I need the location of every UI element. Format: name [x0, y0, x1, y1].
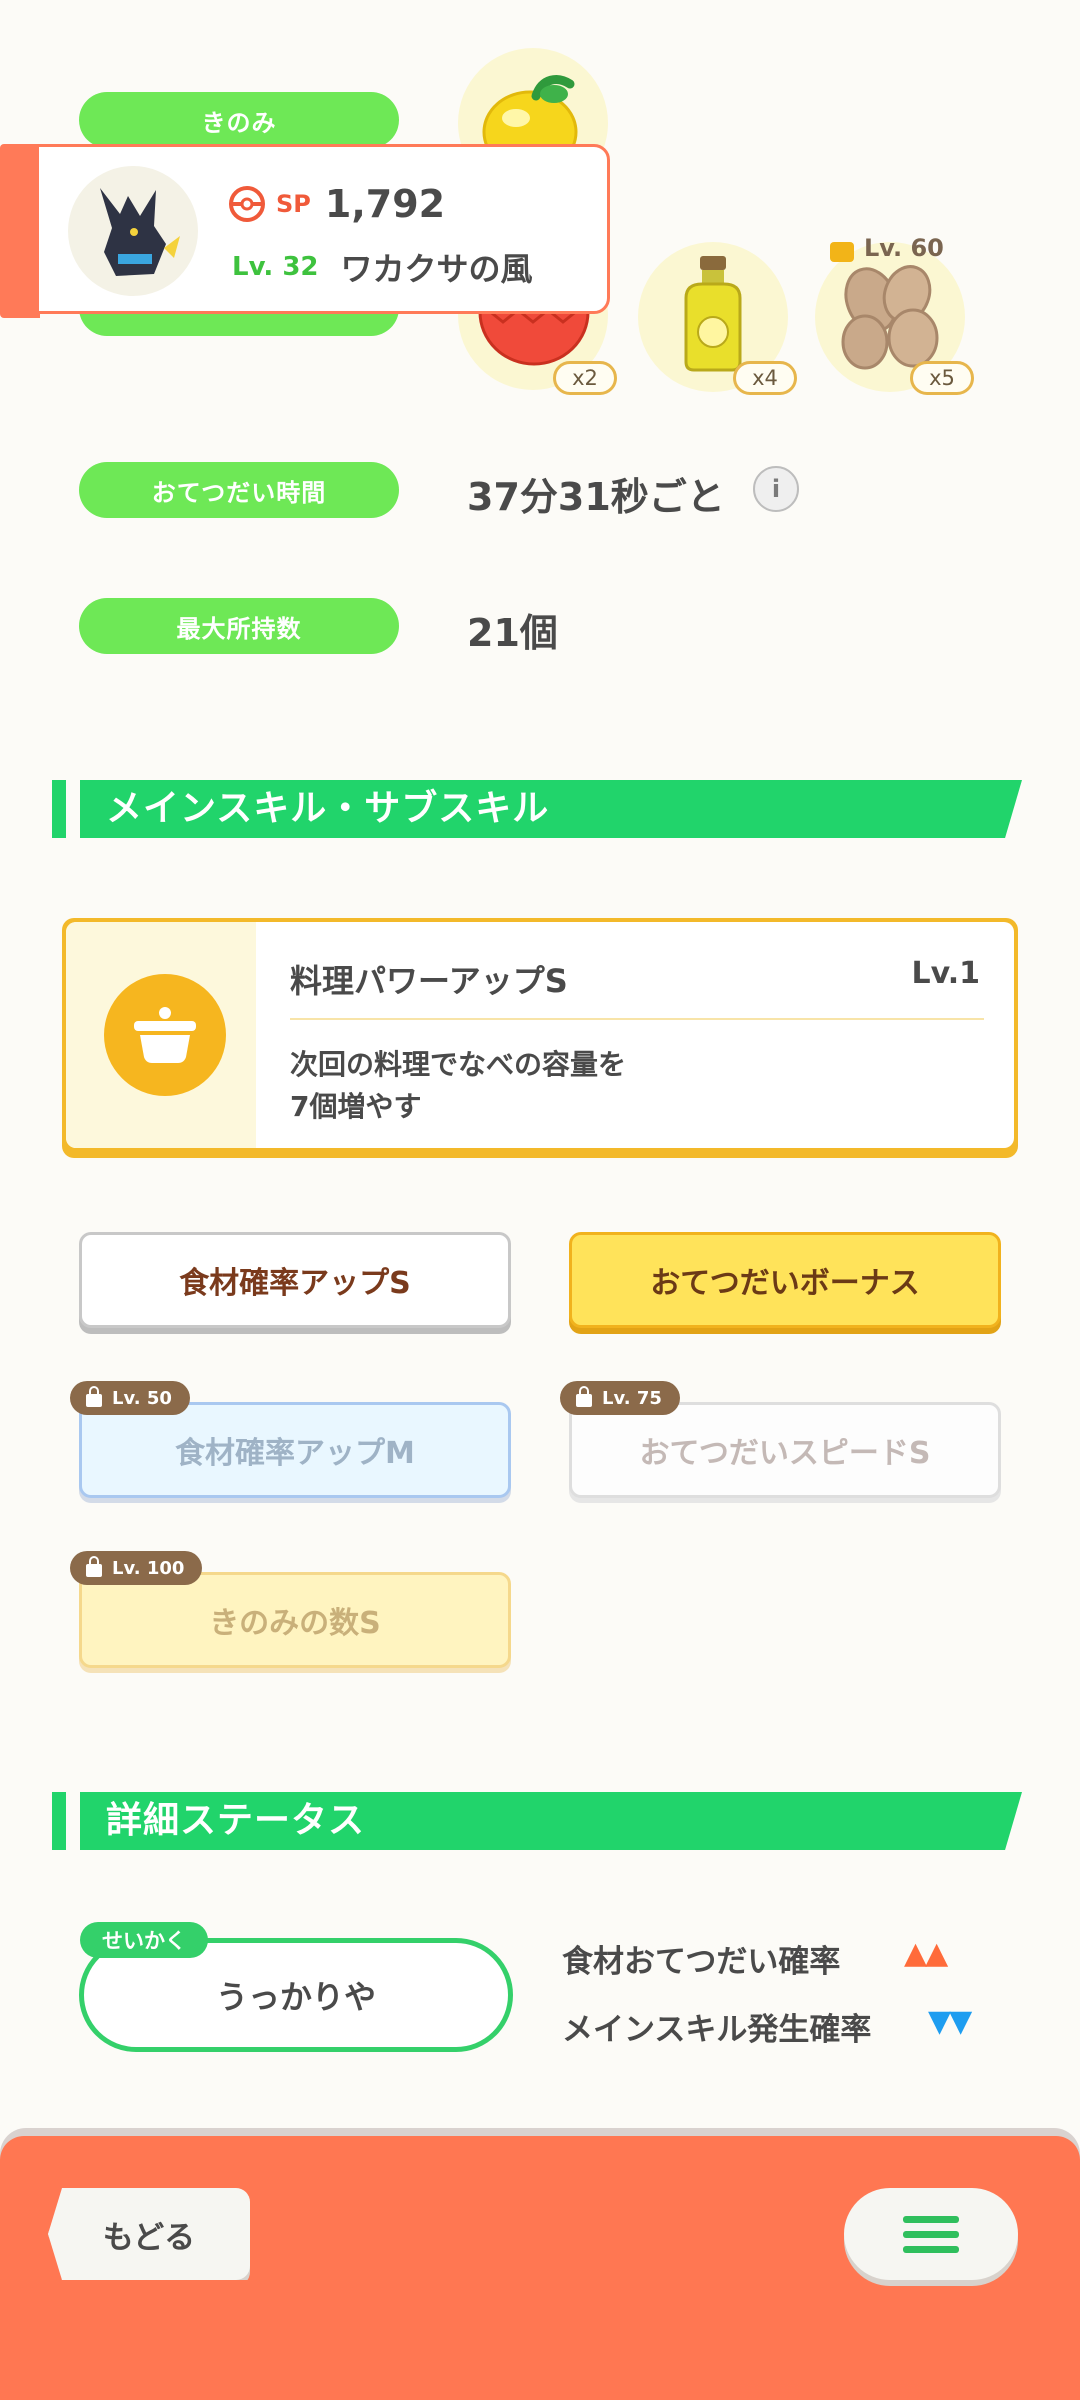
stat-down-label: メインスキル発生確率 — [562, 2012, 872, 2048]
lock-icon — [86, 1385, 102, 1407]
down-arrows-icon: ▼▼ — [928, 2004, 972, 2039]
main-skill-level: Lv.1 — [911, 956, 981, 991]
nature-tag: せいかく — [80, 1922, 208, 1958]
main-skill-name: 料理パワーアップS — [290, 962, 568, 1000]
main-skill-card[interactable]: 料理パワーアップS Lv.1 次回の料理でなべの容量を 7個増やす — [62, 918, 1018, 1158]
help-time-value: 37分31秒ごと — [467, 475, 725, 519]
bottom-bar: もどる — [0, 2136, 1080, 2400]
level-name-row: Lv. 32 ワカクサの風 — [232, 250, 533, 288]
pokemon-card[interactable]: SP 1,792 Lv. 32 ワカクサの風 — [0, 144, 612, 318]
sub-skill-button-1[interactable]: 食材確率アップS — [79, 1232, 511, 1328]
label-help-time: おてつだい時間 — [79, 462, 399, 518]
hamburger-menu-icon — [903, 2216, 959, 2253]
section-header-details: 詳細ステータス — [52, 1792, 1022, 1850]
sp-row: SP 1,792 — [228, 182, 445, 226]
up-arrows-icon: ▲▲ — [904, 1936, 948, 1971]
pokeball-icon — [229, 186, 265, 222]
main-skill-description: 次回の料理でなべの容量を 7個増やす — [290, 1048, 627, 1123]
lock-icon — [830, 242, 854, 262]
lock-icon — [576, 1385, 592, 1407]
section-header-skills: メインスキル・サブスキル — [52, 780, 1022, 838]
ingredient-count-2: x4 — [733, 361, 797, 395]
lock-badge-lv50: Lv. 50 — [70, 1381, 190, 1415]
menu-button[interactable] — [844, 2188, 1018, 2280]
lock-badge-lv100: Lv. 100 — [70, 1551, 203, 1585]
ingredient-count-3: x5 — [910, 361, 974, 395]
luxray-icon — [100, 188, 180, 276]
max-carry-value: 21個 — [467, 611, 558, 655]
sub-skill-button-2[interactable]: おてつだいボーナス — [569, 1232, 1001, 1328]
ingredient-count-1: x2 — [553, 361, 617, 395]
info-icon[interactable]: i — [753, 466, 799, 512]
lock-icon — [86, 1555, 102, 1577]
cooking-pot-icon — [104, 974, 226, 1096]
stat-up-label: 食材おてつだい確率 — [562, 1944, 841, 1980]
sub-skill-button-5-locked[interactable]: きのみの数S — [79, 1572, 511, 1668]
label-max-carry: 最大所持数 — [79, 598, 399, 654]
back-button[interactable]: もどる — [48, 2188, 250, 2280]
sub-skill-button-4-locked[interactable]: おてつだいスピードS — [569, 1402, 1001, 1498]
lock-badge-lv75: Lv. 75 — [560, 1381, 680, 1415]
label-berry: きのみ — [79, 92, 399, 148]
ingredient-lock-level: Lv. 60 — [830, 234, 944, 262]
divider — [290, 1018, 984, 1020]
pokemon-avatar — [68, 166, 198, 296]
sub-skill-button-3-locked[interactable]: 食材確率アップM — [79, 1402, 511, 1498]
